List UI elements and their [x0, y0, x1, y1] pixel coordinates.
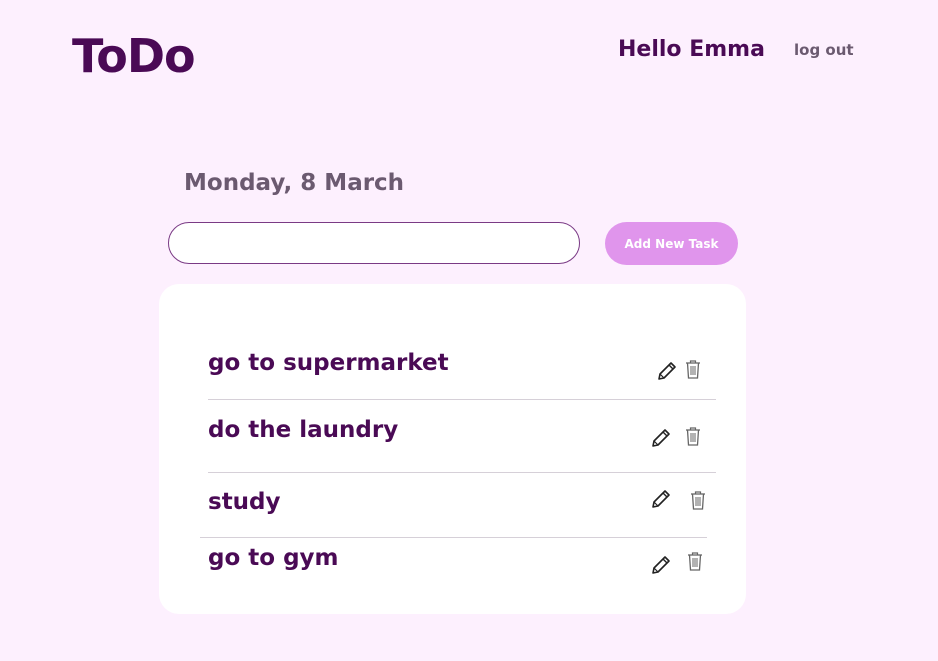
todo-page: ToDo Hello Emma log out Monday, 8 March … [0, 0, 938, 661]
pencil-icon[interactable] [650, 427, 672, 449]
current-date: Monday, 8 March [184, 170, 405, 196]
user-greeting: Hello Emma [618, 37, 765, 62]
logout-link[interactable]: log out [794, 40, 854, 60]
pencil-icon[interactable] [656, 360, 678, 382]
task-item: do the laundry [208, 399, 716, 473]
task-label: do the laundry [208, 417, 399, 443]
task-label: go to supermarket [208, 350, 449, 376]
task-item: study [200, 472, 707, 538]
trash-icon[interactable] [682, 425, 704, 447]
task-item: go to supermarket [208, 334, 716, 400]
task-label: go to gym [208, 545, 339, 571]
trash-icon[interactable] [684, 550, 706, 572]
trash-icon[interactable] [687, 489, 709, 511]
task-list: go to supermarket do the laundry study g… [159, 284, 746, 614]
new-task-input[interactable] [168, 222, 580, 264]
task-label: study [208, 489, 281, 515]
add-task-button[interactable]: Add New Task [605, 222, 738, 265]
app-logo: ToDo [72, 29, 196, 83]
task-item: go to gym [208, 537, 716, 592]
pencil-icon[interactable] [650, 488, 672, 510]
trash-icon[interactable] [682, 358, 704, 380]
pencil-icon[interactable] [650, 554, 672, 576]
